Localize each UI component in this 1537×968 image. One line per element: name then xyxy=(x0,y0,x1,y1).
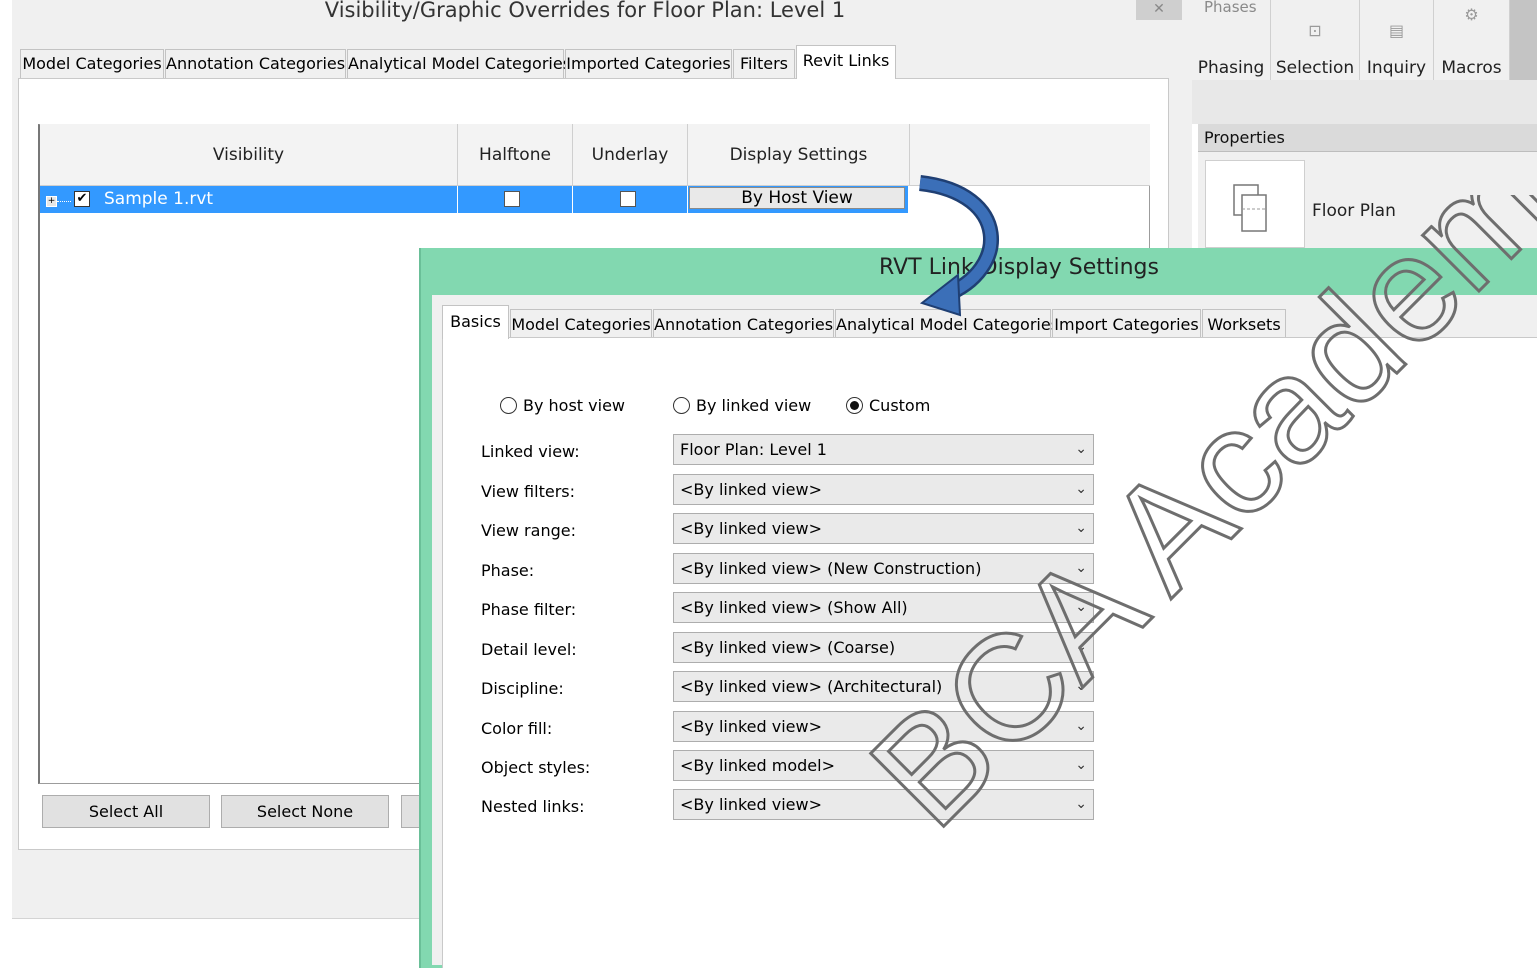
tab-imported-categories[interactable]: Imported Categories xyxy=(565,49,732,78)
label-linked-view: Linked view: xyxy=(481,442,580,461)
column-header-underlay[interactable]: Underlay xyxy=(573,124,688,186)
radio-by-linked-view[interactable] xyxy=(673,397,690,414)
vg-dialog-title: Visibility/Graphic Overrides for Floor P… xyxy=(324,0,846,22)
column-header-display-settings[interactable]: Display Settings xyxy=(688,124,910,186)
label-phase: Phase: xyxy=(481,561,535,580)
inquiry-icon: ▤ xyxy=(1388,21,1405,40)
phasing-button[interactable]: Phasing xyxy=(1192,0,1271,80)
halftone-checkbox[interactable] xyxy=(504,191,520,207)
tab-revit-links[interactable]: Revit Links xyxy=(796,45,896,79)
row-divider xyxy=(572,186,573,213)
row-divider xyxy=(457,186,458,213)
label-object-styles: Object styles: xyxy=(481,758,591,777)
selection-label: Selection xyxy=(1275,58,1355,78)
tree-connector xyxy=(57,201,71,203)
row-divider xyxy=(687,186,688,213)
label-view-filters: View filters: xyxy=(481,482,575,501)
radio-by-host-view[interactable] xyxy=(500,397,517,414)
inquiry-label: Inquiry xyxy=(1366,58,1427,78)
tab-annotation-categories[interactable]: Annotation Categories xyxy=(165,49,346,78)
vg-dialog-bottom-edge xyxy=(12,918,422,919)
radio-label-by-linked-view: By linked view xyxy=(696,396,812,415)
ribbon-scrollbar[interactable] xyxy=(1510,0,1537,80)
label-discipline: Discipline: xyxy=(481,679,564,698)
macros-icon: ⚙ xyxy=(1464,5,1479,24)
tab-basics[interactable]: Basics xyxy=(442,305,509,339)
macros-label: Macros xyxy=(1441,58,1502,78)
label-phase-filter: Phase filter: xyxy=(481,600,577,619)
watermark: BCA Academy xyxy=(837,195,1537,859)
select-all-button[interactable]: Select All xyxy=(42,795,210,828)
expand-plus-icon[interactable]: + xyxy=(46,196,57,207)
selection-icon: ⊡ xyxy=(1308,21,1322,40)
visibility-checkbox[interactable]: ✔ xyxy=(74,191,90,207)
underlay-checkbox[interactable] xyxy=(620,191,636,207)
vg-close-button[interactable]: ✕ xyxy=(1136,0,1182,20)
properties-top-strip xyxy=(1192,80,1537,124)
radio-label-by-host-view: By host view xyxy=(523,396,625,415)
watermark-text: BCA Academy xyxy=(839,195,1537,858)
tab-model-categories[interactable]: Model Categories xyxy=(510,309,652,338)
column-header-halftone[interactable]: Halftone xyxy=(458,124,573,186)
selection-button[interactable]: ⊡ Selection xyxy=(1271,0,1360,80)
properties-header: Properties xyxy=(1198,124,1537,152)
label-nested-links: Nested links: xyxy=(481,797,585,816)
label-color-fill: Color fill: xyxy=(481,719,553,738)
phasing-label: Phasing xyxy=(1197,58,1265,78)
select-none-button[interactable]: Select None xyxy=(221,795,389,828)
tab-analytical-model-categories[interactable]: Analytical Model Categories xyxy=(347,49,571,78)
label-view-range: View range: xyxy=(481,521,576,540)
link-name: Sample 1.rvt xyxy=(104,189,214,209)
inquiry-button[interactable]: ▤ Inquiry xyxy=(1360,0,1434,80)
column-header-visibility[interactable]: Visibility xyxy=(40,124,458,186)
macros-button[interactable]: ⚙ Macros xyxy=(1434,0,1510,80)
label-detail-level: Detail level: xyxy=(481,640,577,659)
tab-filters[interactable]: Filters xyxy=(733,49,795,78)
tab-model-categories[interactable]: Model Categories xyxy=(20,49,164,78)
